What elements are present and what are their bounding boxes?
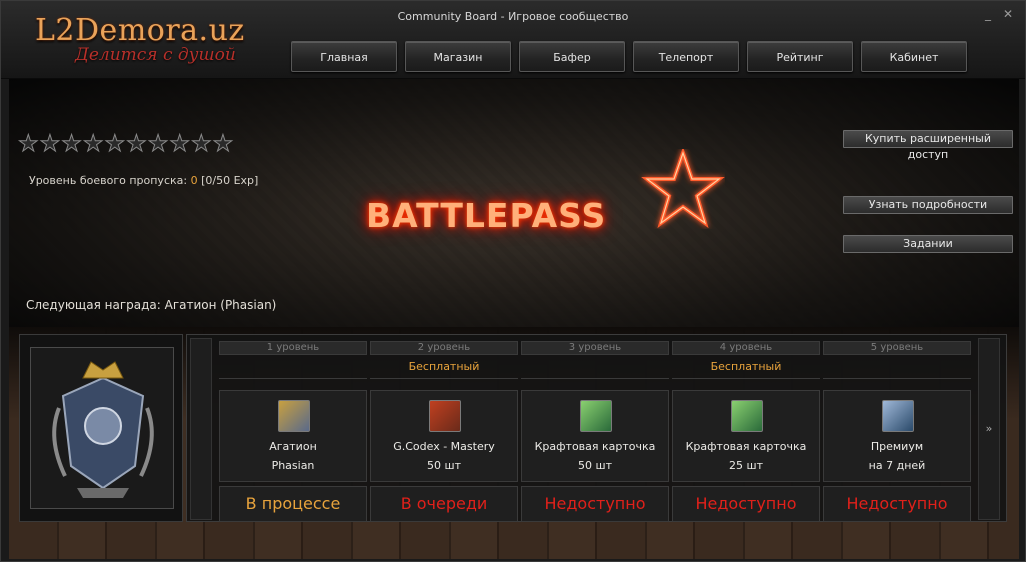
clan-crest-emblem-icon bbox=[30, 347, 174, 509]
learn-details-button[interactable]: Узнать подробности bbox=[843, 196, 1013, 214]
reward-column: 2 уровень Бесплатный G.Codex - Mastery 50 ш… bbox=[370, 341, 518, 522]
item-name: G.Codex - Mastery bbox=[393, 440, 495, 453]
prev-page-button[interactable] bbox=[190, 338, 212, 520]
nav-home-button[interactable]: Главная bbox=[291, 41, 397, 72]
codex-book-icon bbox=[429, 400, 461, 432]
star-icon: ★ bbox=[212, 131, 234, 158]
main-nav: Главная Магазин Бафер Телепорт Рейтинг К… bbox=[291, 41, 967, 72]
premium-icon bbox=[882, 400, 914, 432]
item-quantity: 50 шт bbox=[427, 459, 461, 472]
level-label: Уровень боевого пропуска: bbox=[29, 174, 188, 187]
reward-status: В очереди bbox=[370, 486, 518, 522]
reward-column: 4 уровень Бесплатный Крафтовая карточка 25 … bbox=[672, 341, 820, 522]
item-quantity: 25 шт bbox=[729, 459, 763, 472]
reward-item-card[interactable]: G.Codex - Mastery 50 шт bbox=[370, 390, 518, 482]
item-name: Крафтовая карточка bbox=[685, 440, 807, 453]
agathion-icon bbox=[278, 400, 310, 432]
star-icon: ★ bbox=[82, 131, 104, 158]
nav-teleport-button[interactable]: Телепорт bbox=[633, 41, 739, 72]
item-name: Премиум bbox=[870, 440, 924, 453]
level-header: 1 уровень bbox=[219, 341, 367, 355]
nav-shop-button[interactable]: Магазин bbox=[405, 41, 511, 72]
star-icon: ★ bbox=[39, 131, 61, 158]
close-button[interactable]: ✕ bbox=[1001, 7, 1015, 21]
window-controls: _ ✕ bbox=[981, 7, 1015, 21]
star-icon: ★ bbox=[18, 131, 40, 158]
tier-label bbox=[521, 357, 669, 379]
battlepass-level: Уровень боевого пропуска: 0 [0/50 Exp] bbox=[29, 174, 258, 187]
minimize-button[interactable]: _ bbox=[981, 7, 995, 21]
battlepass-stars: ★ ★ ★ ★ ★ ★ ★ ★ ★ ★ bbox=[18, 131, 234, 158]
star-icon: ★ bbox=[126, 131, 148, 158]
logo-tagline: Делится с душой bbox=[75, 45, 236, 65]
reward-item-card[interactable]: Крафтовая карточка 50 шт bbox=[521, 390, 669, 482]
reward-emblem-frame bbox=[19, 334, 183, 522]
tasks-button[interactable]: Задании bbox=[843, 235, 1013, 253]
tier-label bbox=[823, 357, 971, 379]
logo-title: L2Demora.uz bbox=[35, 13, 245, 48]
level-value: 0 bbox=[190, 174, 198, 187]
reward-status: Недоступно bbox=[823, 486, 971, 522]
reward-status: Недоступно bbox=[672, 486, 820, 522]
reward-item-card[interactable]: Крафтовая карточка 25 шт bbox=[672, 390, 820, 482]
reward-item-card[interactable]: Премиум на 7 дней bbox=[823, 390, 971, 482]
item-name: Агатион bbox=[269, 440, 317, 453]
exp-text: [0/50 Exp] bbox=[201, 174, 259, 187]
reward-column: 1 уровень Агатион Phasian В процессе bbox=[219, 341, 367, 522]
craft-card-icon bbox=[731, 400, 763, 432]
star-icon: ★ bbox=[191, 131, 213, 158]
star-icon: ★ bbox=[169, 131, 191, 158]
star-icon: ★ bbox=[61, 131, 83, 158]
reward-column: 5 уровень Премиум на 7 дней Недоступно bbox=[823, 341, 971, 522]
tier-label: Бесплатный bbox=[370, 357, 518, 379]
tier-label bbox=[219, 357, 367, 379]
craft-card-icon bbox=[580, 400, 612, 432]
level-header: 5 уровень bbox=[823, 341, 971, 355]
buy-extended-access-button[interactable]: Купить расширенный доступ bbox=[843, 130, 1013, 161]
level-header: 3 уровень bbox=[521, 341, 669, 355]
battlepass-logo-text: BATTLEPASS bbox=[366, 196, 607, 235]
item-quantity: 50 шт bbox=[578, 459, 612, 472]
rewards-panel: » 1 уровень Агатион Phasian В процессе 2 уро… bbox=[186, 334, 1007, 522]
star-icon: ★ bbox=[104, 131, 126, 158]
item-quantity: на 7 дней bbox=[868, 459, 926, 472]
reward-status: В процессе bbox=[219, 486, 367, 522]
reward-column: 3 уровень Крафтовая карточка 50 шт Недоступ… bbox=[521, 341, 669, 522]
tier-label: Бесплатный bbox=[672, 357, 820, 379]
next-reward-text: Следующая награда: Агатион (Phasian) bbox=[26, 298, 277, 312]
reward-item-card[interactable]: Агатион Phasian bbox=[219, 390, 367, 482]
community-board-window: Community Board - Игровое сообщество _ ✕… bbox=[0, 0, 1026, 562]
level-header: 2 уровень bbox=[370, 341, 518, 355]
next-page-button[interactable]: » bbox=[978, 338, 1000, 520]
reward-status: Недоступно bbox=[521, 486, 669, 522]
item-name: Крафтовая карточка bbox=[534, 440, 656, 453]
title-bar: Community Board - Игровое сообщество _ ✕… bbox=[1, 1, 1025, 79]
item-quantity: Phasian bbox=[271, 459, 315, 472]
star-icon: ★ bbox=[147, 131, 169, 158]
nav-cabinet-button[interactable]: Кабинет bbox=[861, 41, 967, 72]
level-header: 4 уровень bbox=[672, 341, 820, 355]
battlepass-star-icon bbox=[641, 149, 725, 229]
nav-rating-button[interactable]: Рейтинг bbox=[747, 41, 853, 72]
server-logo: L2Demora.uz Делится с душой bbox=[19, 9, 269, 71]
nav-buffer-button[interactable]: Бафер bbox=[519, 41, 625, 72]
